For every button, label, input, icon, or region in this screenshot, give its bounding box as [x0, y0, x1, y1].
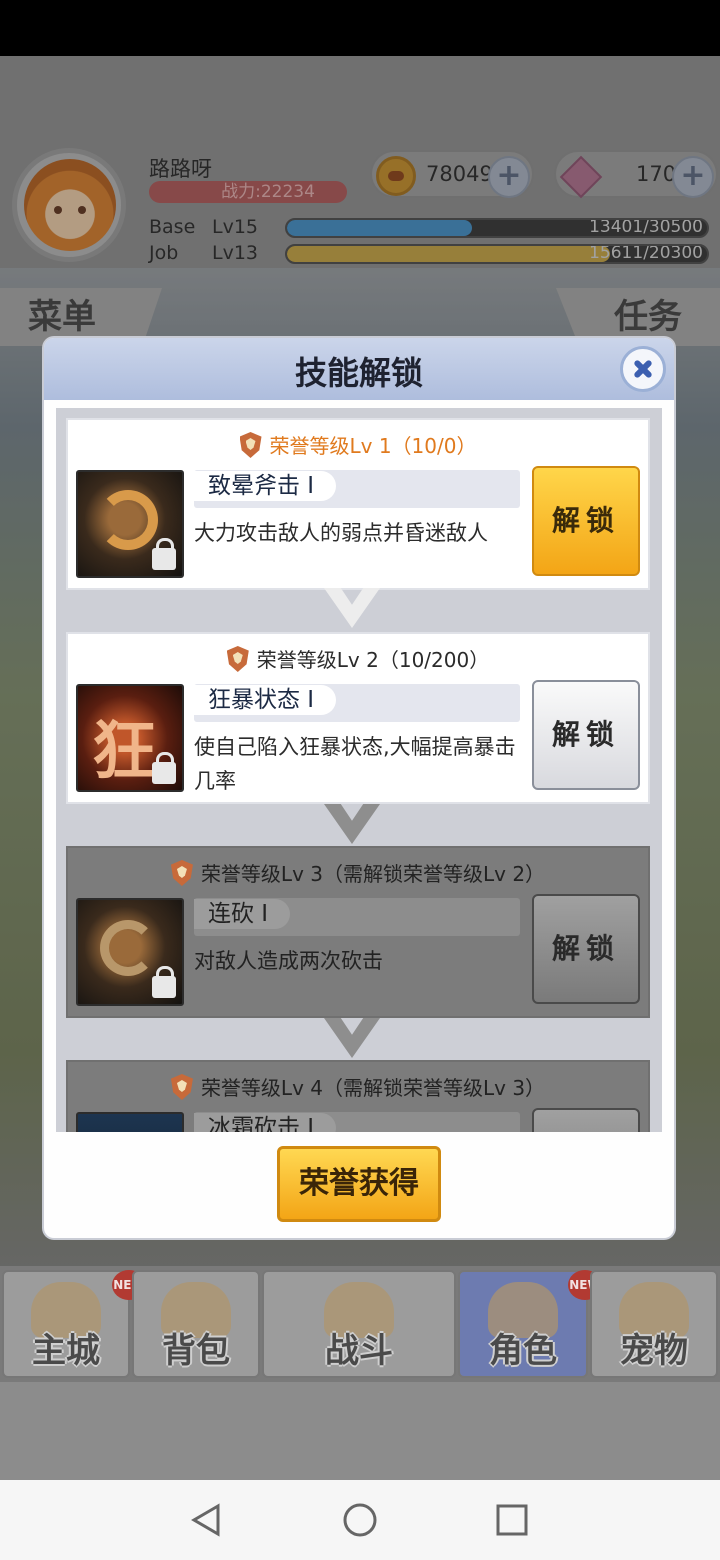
dialog-title: 技能解锁 — [294, 354, 423, 392]
honor-shield-icon — [171, 1074, 193, 1100]
nav-character[interactable]: 角色 NEW — [458, 1270, 602, 1378]
skill-requirement: 荣誉等级Lv 2（10/200） — [68, 644, 648, 673]
nav-battle[interactable]: 战斗 — [262, 1270, 456, 1378]
status-bar — [0, 0, 720, 56]
frost-slash-icon — [76, 1112, 184, 1132]
skill-name: 冰霜砍击 Ⅰ — [194, 1113, 337, 1132]
chevron-down-icon — [324, 1018, 380, 1058]
unlock-button[interactable]: 解锁 — [532, 894, 640, 1004]
unlock-button[interactable]: 解锁 — [532, 680, 640, 790]
skill-description: 对敌人造成两次砍击 — [194, 949, 383, 973]
chevron-down-icon — [324, 588, 380, 628]
skill-requirement: 荣誉等级Lv 4（需解锁荣誉等级Lv 3） — [68, 1072, 648, 1101]
skill-card: 荣誉等级Lv 3（需解锁荣誉等级Lv 2） 连砍 Ⅰ 对敌人造成两次砍击 解锁 — [66, 846, 650, 1018]
nav-label: 宠物 — [620, 1331, 688, 1371]
skill-description: 使自己陷入狂暴状态,大幅提高暴击几率 — [194, 735, 516, 793]
recents-icon[interactable] — [494, 1502, 530, 1538]
honor-shield-icon — [240, 432, 262, 458]
nav-label: 战斗 — [325, 1331, 393, 1371]
chevron-down-icon — [324, 804, 380, 844]
nav-main-city[interactable]: 主城 NEW — [2, 1270, 146, 1378]
nav-label: 背包 — [162, 1331, 230, 1371]
dialog-header: 技能解锁 — [44, 338, 674, 400]
skill-list[interactable]: 荣誉等级Lv 1（10/0） 致晕斧击 Ⅰ 大力攻击敌人的弱点并昏迷敌人 解锁 … — [56, 408, 662, 1132]
home-icon[interactable] — [342, 1502, 378, 1538]
stun-axe-icon — [76, 470, 184, 578]
berserk-glyph: 狂 — [92, 715, 156, 789]
nav-label: 主城 — [32, 1331, 100, 1371]
requirement-text: 荣誉等级Lv 3（需解锁荣誉等级Lv 2） — [200, 862, 546, 886]
honor-shield-icon — [171, 860, 193, 886]
skill-card: 荣誉等级Lv 2（10/200） 狂 狂暴状态 Ⅰ 使自己陷入狂暴状态,大幅提高… — [66, 632, 650, 804]
skill-name: 连砍 Ⅰ — [194, 899, 291, 929]
skill-requirement: 荣誉等级Lv 3（需解锁荣誉等级Lv 2） — [68, 858, 648, 887]
berserk-icon: 狂 — [76, 684, 184, 792]
lock-icon — [152, 966, 176, 998]
requirement-text: 荣誉等级Lv 2（10/200） — [256, 648, 490, 672]
double-slash-icon — [76, 898, 184, 1006]
lock-icon — [152, 538, 176, 570]
requirement-text: 荣誉等级Lv 4（需解锁荣誉等级Lv 3） — [200, 1076, 546, 1100]
unlock-button[interactable]: 解锁 — [532, 1108, 640, 1132]
close-button[interactable] — [620, 346, 666, 392]
nav-label: 角色 — [489, 1331, 557, 1371]
skill-name: 致晕斧击 Ⅰ — [194, 471, 337, 501]
nav-pet[interactable]: 宠物 — [590, 1270, 718, 1378]
nav-bag[interactable]: 背包 — [132, 1270, 260, 1378]
skill-name: 狂暴状态 Ⅰ — [194, 685, 337, 715]
honor-shield-icon — [227, 646, 249, 672]
skill-card: 荣誉等级Lv 1（10/0） 致晕斧击 Ⅰ 大力攻击敌人的弱点并昏迷敌人 解锁 — [66, 418, 650, 590]
honor-acquire-button[interactable]: 荣誉获得 — [277, 1146, 441, 1222]
skill-requirement: 荣誉等级Lv 1（10/0） — [68, 430, 648, 459]
skill-unlock-dialog: 技能解锁 荣誉等级Lv 1（10/0） 致晕斧击 Ⅰ 大力攻击敌人的弱点并昏迷敌… — [44, 338, 674, 1238]
unlock-button[interactable]: 解锁 — [532, 466, 640, 576]
back-icon[interactable] — [188, 1502, 224, 1538]
skill-description: 大力攻击敌人的弱点并昏迷敌人 — [194, 521, 488, 545]
lock-icon — [152, 752, 176, 784]
bottom-nav: 主城 NEW 背包 战斗 角色 NEW 宠物 — [0, 1266, 720, 1382]
system-navigation-bar — [0, 1480, 720, 1560]
bottom-area — [0, 1382, 720, 1480]
skill-card: 荣誉等级Lv 4（需解锁荣誉等级Lv 3） 冰霜砍击 Ⅰ 解锁 — [66, 1060, 650, 1132]
requirement-text: 荣誉等级Lv 1（10/0） — [269, 434, 477, 458]
